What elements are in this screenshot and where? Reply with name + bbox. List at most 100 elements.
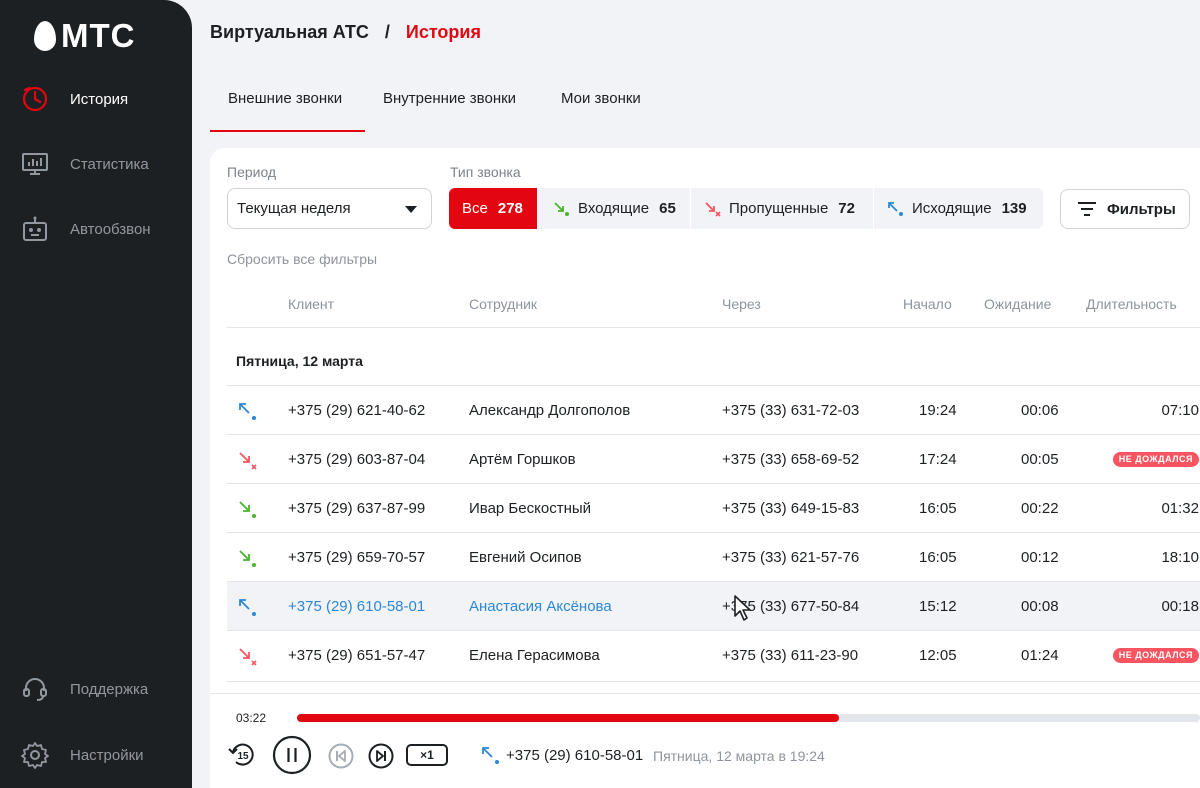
row-start: 12:05	[919, 647, 957, 664]
call-type-incoming-label: Входящие	[578, 200, 650, 217]
sidebar-item-statistics[interactable]: Статистика	[20, 148, 149, 180]
table-row[interactable]: +375 (29) 659-70-57 Евгений Осипов +375 …	[227, 532, 1200, 581]
row-duration: 00:18	[1161, 598, 1199, 615]
column-header-wait[interactable]: Ожидание	[984, 296, 1051, 312]
logo-text: МТС	[61, 17, 136, 54]
call-type-missed-label: Пропущенные	[729, 200, 829, 217]
table-row[interactable]: +375 (29) 603-87-04 Артём Горшков +375 (…	[227, 434, 1200, 483]
row-wait: 00:22	[1021, 500, 1059, 517]
reset-filters-link[interactable]: Сбросить все фильтры	[227, 251, 377, 267]
filters-button-label: Фильтры	[1107, 200, 1176, 218]
row-duration: 18:10	[1161, 549, 1199, 566]
headset-icon	[20, 674, 50, 704]
monitor-chart-icon	[20, 149, 50, 179]
outgoing-call-icon	[239, 403, 256, 420]
row-start: 16:05	[919, 500, 957, 517]
column-header-start[interactable]: Начало	[903, 296, 952, 312]
row-start: 17:24	[919, 451, 957, 468]
next-track-button[interactable]	[367, 742, 395, 770]
sidebar-item-label: История	[70, 90, 129, 108]
player-progress-track[interactable]	[297, 714, 1200, 722]
row-employee: Елена Герасимова	[469, 647, 600, 664]
row-start: 16:05	[919, 549, 957, 566]
rewind-15-label: 15	[237, 751, 249, 762]
sidebar-item-autodial[interactable]: Автообзвон	[20, 213, 151, 245]
table-row[interactable]: +375 (29) 637-87-99 Ивар Бескостный +375…	[227, 483, 1200, 532]
table-bottom-divider	[227, 681, 1200, 682]
row-client: +375 (29) 659-70-57	[288, 549, 426, 566]
row-employee[interactable]: Анастасия Аксёнова	[469, 598, 612, 615]
call-tabs: Внешние звонки Внутренние звонки Мои зво…	[210, 80, 658, 132]
call-type-incoming[interactable]: Входящие 65	[538, 188, 690, 229]
sidebar-item-support[interactable]: Поддержка	[20, 673, 148, 705]
sidebar-item-label: Автообзвон	[70, 220, 151, 238]
sidebar-item-history[interactable]: История	[20, 83, 128, 115]
period-select[interactable]: Текущая неделя	[227, 188, 432, 229]
call-type-outgoing[interactable]: Исходящие 139	[874, 188, 1043, 229]
row-employee: Ивар Бескостный	[469, 500, 592, 517]
row-employee: Артём Горшков	[469, 451, 576, 468]
day-group-title: Пятница, 12 марта	[236, 353, 363, 369]
row-client: +375 (29) 651-57-47	[288, 647, 426, 664]
row-wait: 01:24	[1021, 647, 1059, 664]
row-client: +375 (29) 621-40-62	[288, 402, 426, 419]
mts-logo[interactable]: МТС	[34, 17, 135, 55]
missed-call-icon	[239, 452, 257, 470]
row-wait: 00:12	[1021, 549, 1059, 566]
sidebar-item-label: Статистика	[70, 155, 149, 173]
status-badge: НЕ ДОЖДАЛСЯ	[1112, 452, 1199, 467]
row-client: +375 (29) 603-87-04	[288, 451, 426, 468]
row-employee: Евгений Осипов	[469, 549, 582, 566]
row-client[interactable]: +375 (29) 610-58-01	[288, 598, 425, 615]
playback-speed-button[interactable]: ×1	[406, 744, 448, 766]
mts-egg-icon	[34, 21, 56, 51]
player-phone-number: +375 (29) 610-58-01	[506, 747, 644, 764]
breadcrumb-current: История	[405, 22, 481, 42]
call-type-outgoing-count: 139	[1001, 200, 1027, 217]
missed-call-icon	[239, 648, 257, 666]
tab-external-calls[interactable]: Внешние звонки	[210, 80, 365, 132]
call-type-label: Тип звонка	[450, 164, 521, 180]
player-progress-fill	[297, 714, 839, 722]
call-type-missed-count: 72	[838, 200, 855, 217]
table-row[interactable]: +375 (29) 610-58-01 Анастасия Аксёнова +…	[227, 581, 1200, 630]
tab-my-calls[interactable]: Мои звонки	[555, 80, 658, 132]
row-wait: 00:06	[1021, 402, 1059, 419]
column-header-via[interactable]: Через	[722, 296, 761, 312]
incoming-call-icon	[239, 550, 256, 567]
row-via: +375 (33) 658-69-52	[722, 451, 860, 468]
call-type-all-count: 278	[497, 200, 523, 217]
sidebar-item-settings[interactable]: Настройки	[20, 739, 144, 771]
filters-button[interactable]: Фильтры	[1060, 189, 1190, 229]
column-header-duration[interactable]: Длительность	[1086, 296, 1177, 312]
call-type-missed[interactable]: Пропущенные 72	[691, 188, 873, 229]
row-employee: Александр Долгополов	[469, 402, 631, 419]
incoming-call-icon	[554, 201, 569, 216]
pause-icon	[272, 735, 312, 775]
table-row[interactable]: +375 (29) 651-57-47 Елена Герасимова +37…	[227, 630, 1200, 679]
column-header-employee[interactable]: Сотрудник	[469, 296, 537, 312]
column-header-client[interactable]: Клиент	[288, 296, 334, 312]
row-duration: 01:32	[1161, 500, 1199, 517]
outgoing-call-icon	[482, 747, 499, 764]
missed-call-icon	[705, 201, 721, 217]
calls-panel: Период Текущая неделя Тип звонка Все 278…	[210, 148, 1200, 788]
status-badge: НЕ ДОЖДАЛСЯ	[1112, 648, 1199, 663]
row-start: 19:24	[919, 402, 957, 419]
rewind-15-icon: 15	[228, 743, 254, 766]
period-value: Текущая неделя	[237, 200, 351, 217]
rewind-15-button[interactable]: 15	[227, 738, 257, 772]
previous-track-button[interactable]	[327, 742, 355, 770]
mouse-cursor-icon	[734, 595, 751, 621]
skip-forward-icon	[368, 743, 394, 769]
table-row[interactable]: +375 (29) 621-40-62 Александр Долгополов…	[227, 385, 1200, 434]
tab-internal-calls[interactable]: Внутренние звонки	[365, 80, 555, 132]
filter-lines-icon	[1078, 202, 1096, 216]
pause-button[interactable]	[272, 735, 312, 775]
breadcrumb-root[interactable]: Виртуальная АТС	[210, 22, 369, 43]
call-type-all[interactable]: Все 278	[449, 188, 537, 229]
incoming-call-icon	[239, 501, 256, 518]
gear-icon	[20, 740, 50, 770]
outgoing-call-icon	[888, 201, 903, 216]
player-call-date: Пятница, 12 марта в 19:24	[653, 748, 825, 764]
